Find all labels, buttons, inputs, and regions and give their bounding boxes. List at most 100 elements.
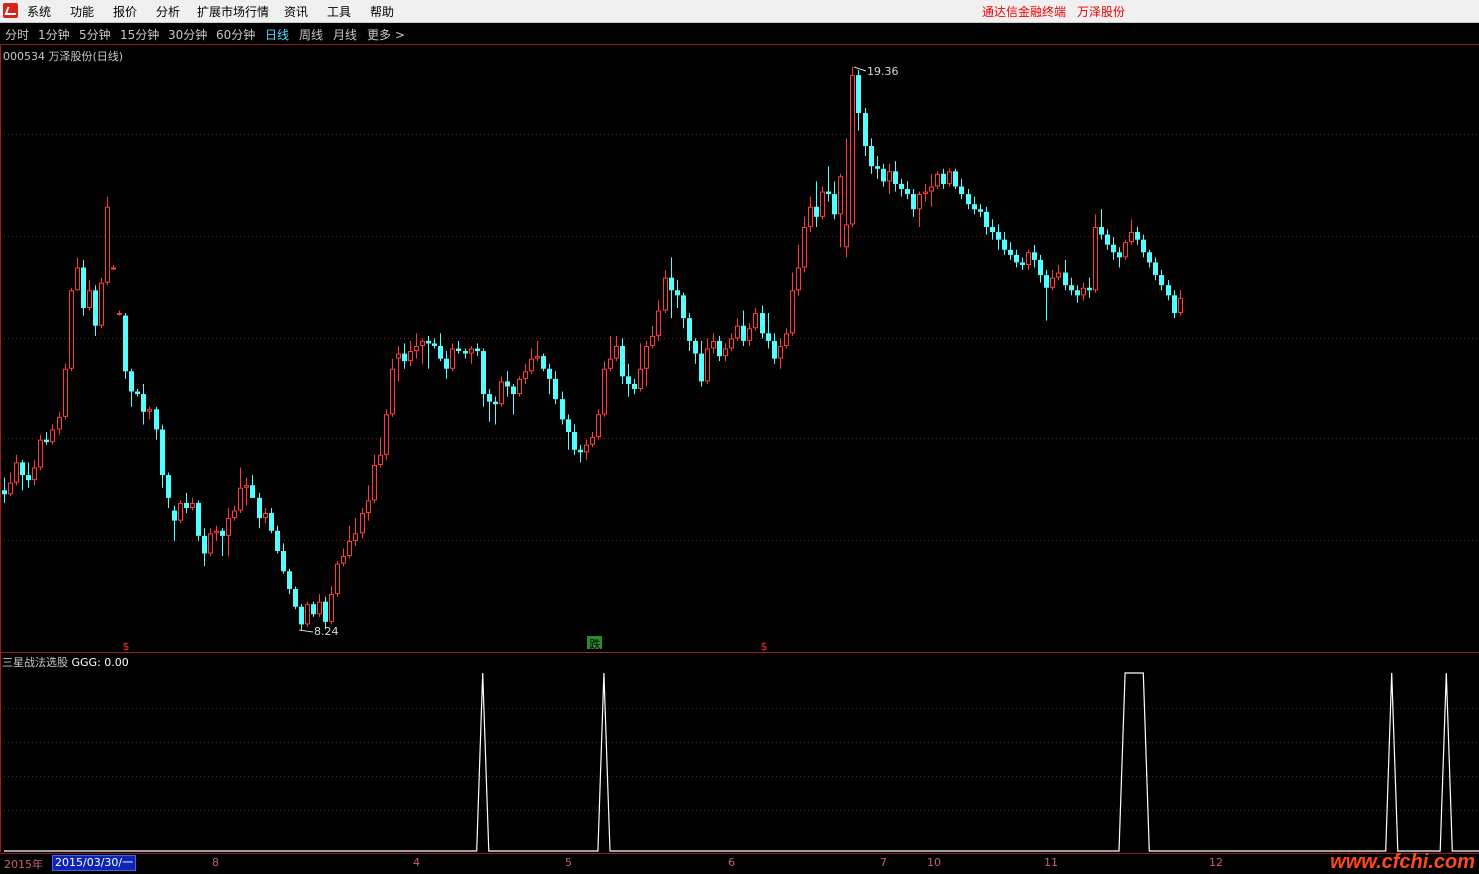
candle: [226, 507, 231, 557]
candle: [38, 434, 43, 471]
candle-body: [638, 368, 643, 390]
candle: [1081, 282, 1086, 301]
period-30min[interactable]: 30分钟: [168, 26, 207, 43]
candle: [396, 345, 401, 382]
candle-body: [602, 368, 607, 415]
candle: [681, 292, 686, 329]
menu-extended-market[interactable]: 扩展市场行情: [197, 3, 269, 20]
candle-body: [111, 267, 116, 270]
candle: [1032, 244, 1037, 268]
candle-body: [214, 530, 219, 534]
period-monthly[interactable]: 月线: [333, 26, 357, 43]
chart-grid: [0, 45, 1479, 852]
candle-body: [753, 313, 758, 329]
menu-functions[interactable]: 功能: [70, 3, 94, 20]
candle-body: [226, 518, 231, 536]
period-daily[interactable]: 日线: [265, 26, 289, 43]
chart-title: 000534 万泽股份(日线): [3, 50, 124, 63]
candle: [26, 462, 31, 488]
candle: [426, 335, 431, 369]
candle: [729, 333, 734, 352]
low-price-label: 8.24: [314, 625, 339, 638]
candle-body: [953, 171, 958, 187]
candle-body: [693, 340, 698, 354]
candle-body: [1026, 252, 1031, 265]
period-60min[interactable]: 60分钟: [216, 26, 255, 43]
signal-marker: $: [761, 640, 768, 653]
candle-body: [1141, 239, 1146, 253]
candle-body: [669, 277, 674, 291]
candle: [57, 411, 62, 435]
candle-body: [1105, 234, 1110, 245]
candle: [693, 338, 698, 364]
candle-body: [766, 333, 771, 341]
candle: [766, 313, 771, 349]
candle: [947, 168, 952, 187]
menu-analysis[interactable]: 分析: [156, 3, 180, 20]
ggg-line: [4, 672, 1479, 852]
candle-body: [790, 290, 795, 334]
candle: [505, 371, 510, 397]
app-logo-icon[interactable]: [3, 3, 18, 18]
period-1min[interactable]: 1分钟: [38, 26, 70, 43]
candle-body: [1087, 287, 1092, 291]
candle-body: [935, 173, 940, 187]
menu-system[interactable]: 系统: [27, 3, 51, 20]
candle-body: [590, 437, 595, 445]
candle-body: [147, 409, 152, 412]
candle: [87, 280, 92, 311]
candle: [378, 437, 383, 468]
candle-body: [238, 487, 243, 511]
candle-body: [644, 345, 649, 369]
candle: [154, 406, 159, 440]
period-more[interactable]: 更多 >: [367, 26, 405, 43]
candle: [850, 67, 855, 227]
period-weekly[interactable]: 周线: [299, 26, 323, 43]
candle-body: [487, 394, 492, 402]
candle-body: [196, 502, 201, 536]
candle: [299, 604, 304, 630]
candle: [1069, 277, 1074, 296]
candle-body: [184, 502, 189, 508]
candle-body: [281, 551, 286, 572]
signal-marker: $: [123, 640, 130, 653]
candle-body: [869, 145, 874, 167]
candle: [929, 173, 934, 207]
period-5min[interactable]: 5分钟: [79, 26, 111, 43]
candle: [547, 363, 552, 395]
candle: [499, 376, 504, 407]
candle: [1159, 270, 1164, 291]
candle-body: [323, 601, 328, 622]
candle-body: [1063, 272, 1068, 286]
candle-body: [87, 290, 92, 308]
candle: [596, 409, 601, 440]
high-pointer: [853, 66, 867, 72]
chart-canvas[interactable]: 19.36 8.24 $ 跌 $: [0, 0, 1479, 871]
candle: [390, 358, 395, 417]
candle: [838, 173, 843, 248]
candle: [432, 338, 437, 349]
candle-body: [38, 439, 43, 468]
candle-body: [135, 391, 140, 395]
candle: [208, 528, 213, 557]
candle: [463, 348, 468, 359]
menu-tools[interactable]: 工具: [327, 3, 351, 20]
candle-body: [353, 533, 358, 541]
candle-body: [1111, 244, 1116, 253]
menu-news[interactable]: 资讯: [284, 3, 308, 20]
candle-body: [941, 173, 946, 184]
candle-body: [396, 353, 401, 359]
period-intraday[interactable]: 分时: [5, 26, 29, 43]
period-15min[interactable]: 15分钟: [120, 26, 159, 43]
candle-body: [1117, 252, 1122, 258]
menu-help[interactable]: 帮助: [370, 3, 394, 20]
candle: [329, 586, 334, 625]
candle-body: [50, 429, 55, 443]
candle: [147, 406, 152, 420]
candle-body: [63, 368, 68, 417]
menu-quotes[interactable]: 报价: [113, 3, 137, 20]
candle-body: [475, 348, 480, 352]
candle: [923, 183, 928, 202]
candle-body: [560, 399, 565, 420]
candle-body: [929, 186, 934, 192]
